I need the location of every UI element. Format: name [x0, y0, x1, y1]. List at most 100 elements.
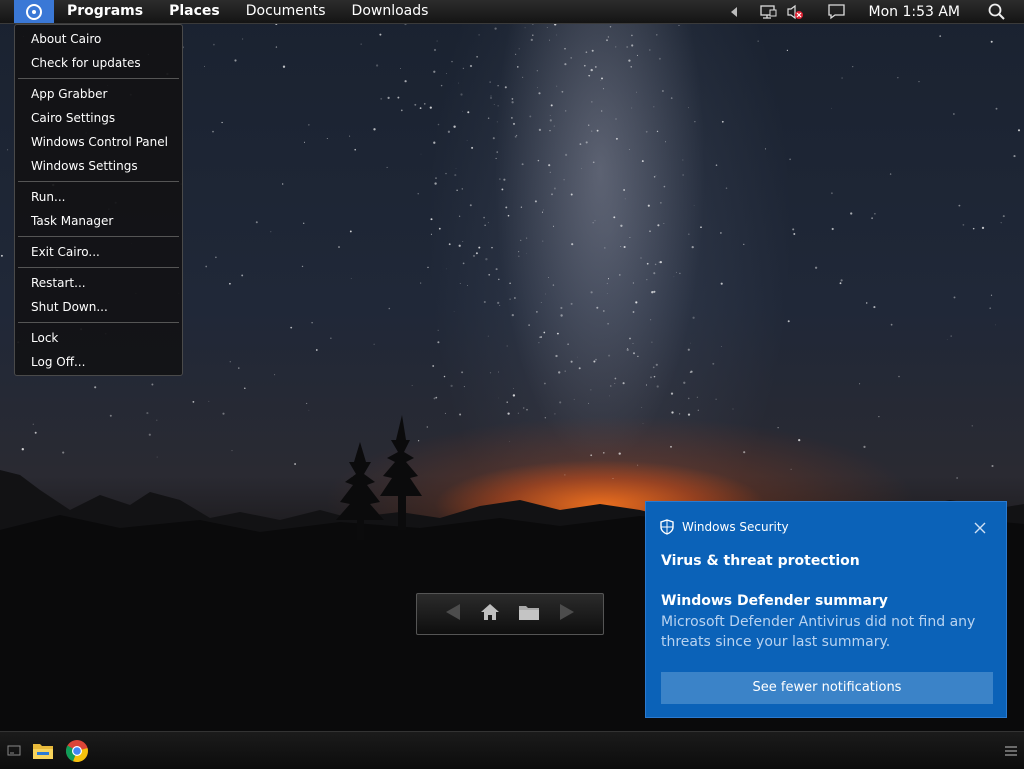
menu-item-control-panel[interactable]: Windows Control Panel: [15, 130, 182, 154]
star: [484, 224, 486, 226]
star: [326, 137, 328, 140]
file-explorer-icon[interactable]: [32, 732, 54, 769]
star: [657, 224, 660, 227]
star: [438, 227, 441, 230]
menu-programs[interactable]: Programs: [54, 0, 156, 23]
star: [593, 360, 596, 363]
chevron-left-icon[interactable]: [730, 6, 738, 17]
menu-item-shut-down[interactable]: Shut Down...: [15, 295, 182, 319]
star: [1017, 129, 1021, 132]
star: [467, 111, 470, 114]
star: [594, 220, 596, 222]
folder-icon[interactable]: [518, 603, 540, 625]
menu-item-exit-cairo[interactable]: Exit Cairo...: [15, 240, 182, 264]
star: [898, 375, 900, 378]
menu-item-check-updates[interactable]: Check for updates: [15, 51, 182, 75]
star: [581, 167, 582, 169]
star: [859, 383, 861, 385]
star: [451, 60, 453, 63]
search-icon[interactable]: [988, 3, 1006, 21]
bottom-taskbar: [0, 731, 1024, 769]
star: [215, 256, 217, 259]
star: [606, 282, 609, 285]
star: [981, 226, 985, 230]
back-arrow-icon[interactable]: [444, 603, 462, 625]
menu-item-log-off[interactable]: Log Off...: [15, 350, 182, 374]
star: [890, 323, 893, 326]
star: [571, 243, 574, 246]
star: [995, 107, 998, 110]
star: [653, 106, 655, 108]
menu-separator: [18, 322, 179, 323]
star: [437, 329, 439, 332]
star: [536, 311, 538, 313]
star: [636, 54, 638, 56]
star: [536, 70, 538, 72]
star: [618, 274, 621, 276]
clock[interactable]: Mon 1:53 AM: [868, 4, 960, 20]
star: [387, 96, 390, 100]
star: [499, 178, 501, 180]
cairo-menu-button[interactable]: [14, 0, 54, 23]
menu-downloads[interactable]: Downloads: [339, 0, 442, 23]
star: [567, 343, 569, 345]
desktop-icon[interactable]: [7, 732, 21, 769]
star: [397, 96, 400, 99]
star: [624, 198, 626, 200]
star: [720, 282, 723, 285]
star: [538, 128, 542, 132]
star: [212, 130, 214, 133]
star: [379, 33, 382, 36]
star: [549, 119, 552, 122]
star: [420, 153, 422, 155]
star: [958, 204, 961, 207]
menu-icon[interactable]: [1004, 732, 1018, 769]
windows-security-notification[interactable]: Windows Security Virus & threat protecti…: [645, 501, 1007, 718]
star: [435, 396, 438, 399]
star: [602, 310, 605, 312]
network-icon[interactable]: [760, 4, 778, 20]
star: [656, 385, 659, 388]
menu-separator: [18, 267, 179, 268]
star: [601, 110, 603, 112]
star: [889, 173, 892, 175]
star: [495, 157, 497, 159]
star: [620, 224, 623, 227]
menu-item-about-cairo[interactable]: About Cairo: [15, 27, 182, 51]
action-center-icon[interactable]: [828, 3, 846, 20]
star: [626, 46, 629, 48]
star: [990, 294, 993, 296]
home-icon[interactable]: [480, 603, 500, 625]
star: [615, 118, 617, 120]
star: [690, 370, 693, 373]
star: [628, 149, 630, 150]
menu-places[interactable]: Places: [156, 0, 233, 23]
see-fewer-notifications-button[interactable]: See fewer notifications: [661, 672, 993, 704]
star: [650, 376, 652, 379]
menu-documents[interactable]: Documents: [233, 0, 339, 23]
volume-muted-icon[interactable]: [786, 4, 804, 20]
star: [544, 382, 546, 385]
close-icon[interactable]: [974, 519, 986, 538]
menu-item-task-manager[interactable]: Task Manager: [15, 209, 182, 233]
star: [555, 354, 558, 358]
star: [354, 148, 356, 151]
star: [543, 331, 546, 334]
chrome-icon[interactable]: [65, 732, 89, 769]
menu-item-run[interactable]: Run...: [15, 185, 182, 209]
system-tray: Mon 1:53 AM: [730, 0, 1024, 23]
star: [459, 282, 461, 285]
menu-item-restart[interactable]: Restart...: [15, 271, 182, 295]
star: [570, 193, 573, 196]
star: [633, 352, 635, 355]
star: [687, 233, 690, 236]
star: [693, 205, 695, 206]
menu-item-cairo-settings[interactable]: Cairo Settings: [15, 106, 182, 130]
menu-item-windows-settings[interactable]: Windows Settings: [15, 154, 182, 178]
menu-item-lock[interactable]: Lock: [15, 326, 182, 350]
star: [503, 178, 506, 181]
star: [275, 46, 278, 48]
star: [591, 49, 594, 52]
menu-item-app-grabber[interactable]: App Grabber: [15, 82, 182, 106]
forward-arrow-icon[interactable]: [558, 603, 576, 625]
